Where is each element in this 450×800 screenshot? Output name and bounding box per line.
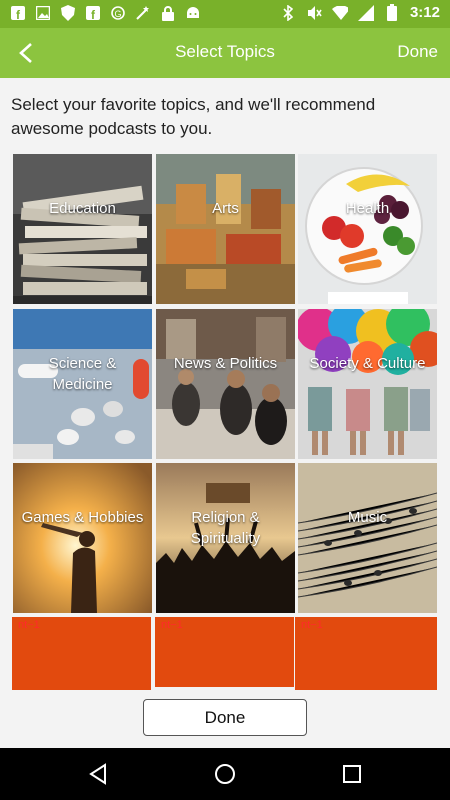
lock-icon: [160, 5, 176, 21]
placeholder-tile[interactable]: nt−1: [155, 617, 294, 687]
topic-health[interactable]: Health: [298, 154, 437, 304]
topic-label: Games & Hobbies: [21, 509, 144, 526]
colorful-people-image: [298, 309, 437, 459]
topic-society-culture[interactable]: Society & Culture: [298, 309, 437, 459]
meeting-image: [156, 309, 295, 459]
painting-image: [156, 154, 295, 304]
done-button[interactable]: Done: [143, 699, 307, 736]
signal-icon: [357, 4, 374, 21]
svg-text:G: G: [114, 9, 121, 19]
topic-label: Health: [345, 200, 390, 217]
books-image: [13, 154, 152, 304]
facebook-icon: f: [85, 5, 101, 21]
placeholder-label: nt−1: [18, 619, 40, 631]
notification-icons: f f G: [10, 5, 201, 21]
topic-label: Science & Medicine: [48, 355, 117, 393]
topic-news-politics[interactable]: News & Politics: [156, 309, 295, 459]
triangle-back-icon: [89, 763, 106, 785]
topic-label: Religion & Spirituality: [190, 509, 261, 547]
topic-religion-spirituality[interactable]: Religion & Spirituality: [156, 463, 295, 613]
nav-recents-button[interactable]: [340, 762, 364, 786]
topic-music[interactable]: Music: [298, 463, 437, 613]
topic-label: Music: [347, 509, 388, 526]
shield-icon: [60, 5, 76, 21]
clock: 3:12: [409, 4, 440, 21]
done-top-button[interactable]: Done: [397, 42, 438, 62]
app-bar: Select Topics Done: [0, 28, 450, 78]
android-icon: [185, 5, 201, 21]
placeholder-tile[interactable]: nt−1: [12, 617, 151, 690]
topic-label: Society & Culture: [309, 355, 426, 372]
sunset-plane-image: [13, 463, 152, 613]
nav-home-button[interactable]: [213, 762, 237, 786]
facebook-icon: f: [10, 5, 26, 21]
gallery-icon: [35, 5, 51, 21]
status-bar: f f G 3:12: [0, 0, 450, 28]
mute-icon: [306, 5, 322, 21]
placeholder-tile[interactable]: nt−1: [295, 617, 437, 690]
system-icons: 3:12: [280, 4, 440, 21]
topic-science-medicine[interactable]: Science & Medicine: [13, 309, 152, 459]
vegetable-plate-image: [298, 154, 437, 304]
placeholder-label: nt−1: [301, 619, 323, 631]
topic-label: Arts: [212, 200, 239, 217]
topic-arts[interactable]: Arts: [156, 154, 295, 304]
navigation-bar: [0, 748, 450, 800]
wifi-icon: [331, 5, 348, 21]
topic-education[interactable]: Education: [13, 154, 152, 304]
nav-back-button[interactable]: [86, 762, 110, 786]
intro-text: Select your favorite topics, and we'll r…: [11, 95, 376, 138]
circle-home-icon: [215, 764, 235, 784]
battery-icon: [384, 4, 400, 21]
placeholder-label: nt−1: [161, 619, 183, 631]
square-recents-icon: [343, 765, 361, 783]
wand-icon: [135, 5, 151, 21]
page-title: Select Topics: [175, 42, 275, 61]
grammarly-icon: G: [110, 5, 126, 21]
topic-games-hobbies[interactable]: Games & Hobbies: [13, 463, 152, 613]
topic-label: Education: [49, 200, 116, 217]
bluetooth-icon: [280, 4, 296, 21]
topic-label: News & Politics: [173, 355, 278, 372]
sheet-music-image: [298, 463, 437, 613]
